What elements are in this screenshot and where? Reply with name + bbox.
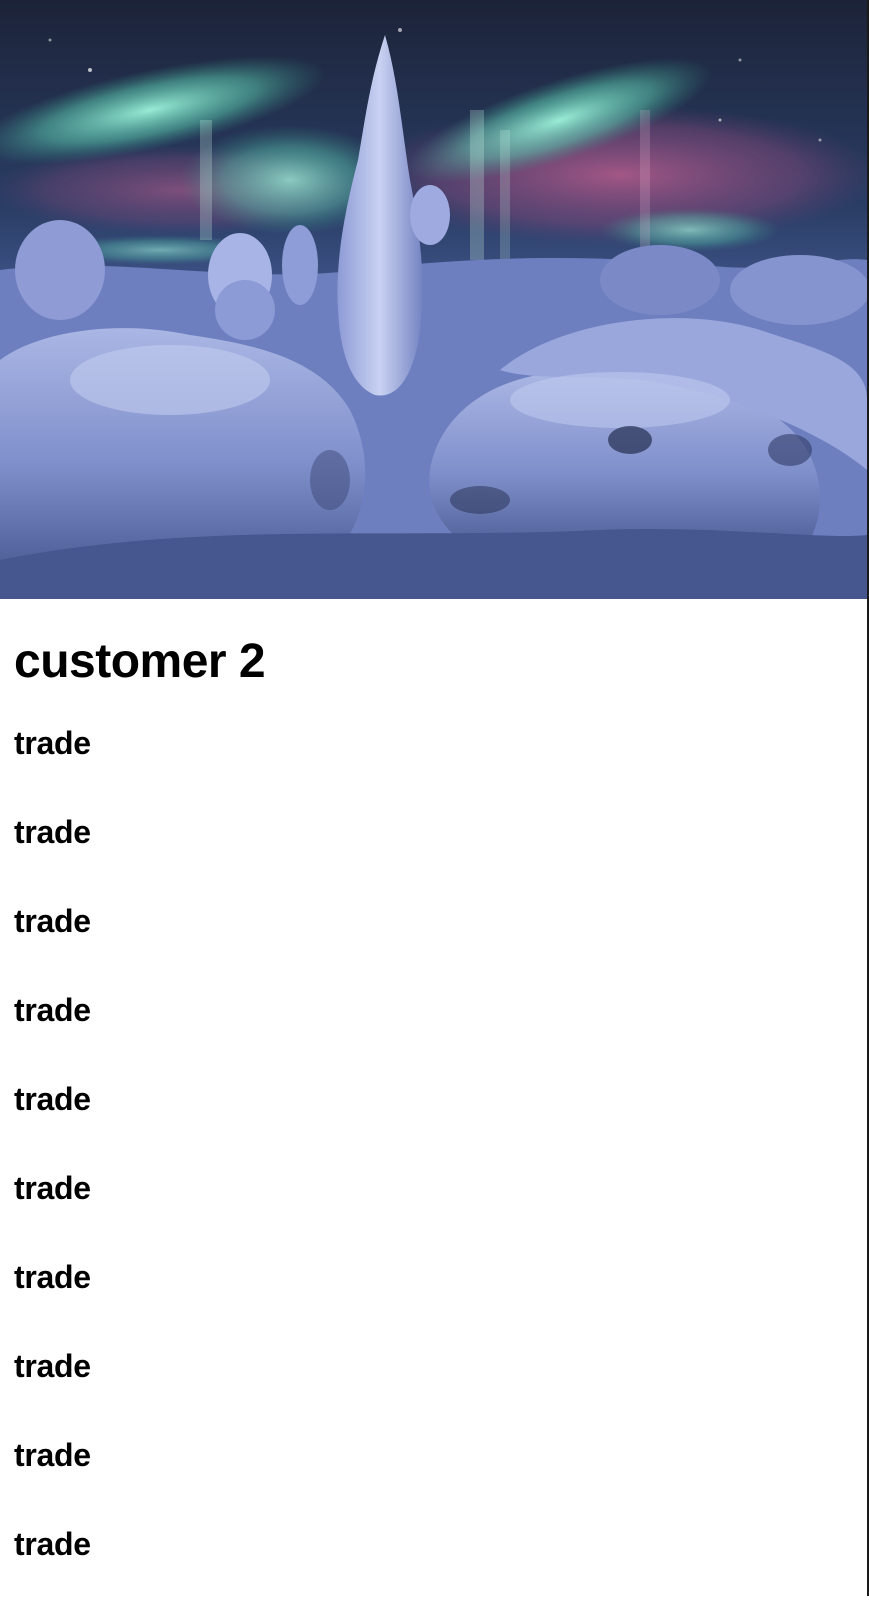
trade-list-item: trade (14, 816, 91, 905)
trade-list-item: trade (14, 1350, 91, 1439)
trade-label: trade (14, 1170, 91, 1206)
trade-list-item: trade (14, 1083, 91, 1172)
page-title: customer 2 (14, 635, 266, 688)
trade-list-item: trade (14, 1528, 91, 1617)
trade-label: trade (14, 814, 91, 850)
trade-list-item: trade (14, 727, 91, 816)
trade-list-item: trade (14, 1439, 91, 1528)
trade-list-item: trade (14, 905, 91, 994)
trade-label: trade (14, 1081, 91, 1117)
page: customer 2 trade trade trade trade trade… (0, 0, 869, 1596)
trade-label: trade (14, 1348, 91, 1384)
trade-list-item: trade (14, 1172, 91, 1261)
trade-label: trade (14, 1526, 91, 1562)
trade-list-item: trade (14, 1261, 91, 1350)
aurora-landscape-illustration (0, 0, 867, 599)
trade-label: trade (14, 1437, 91, 1473)
trade-label: trade (14, 903, 91, 939)
trade-label: trade (14, 1259, 91, 1295)
trade-list-item: trade (14, 994, 91, 1083)
hero-image (0, 0, 867, 599)
trade-label: trade (14, 992, 91, 1028)
trade-list: trade trade trade trade trade trade trad… (14, 727, 91, 1617)
trade-label: trade (14, 725, 91, 761)
